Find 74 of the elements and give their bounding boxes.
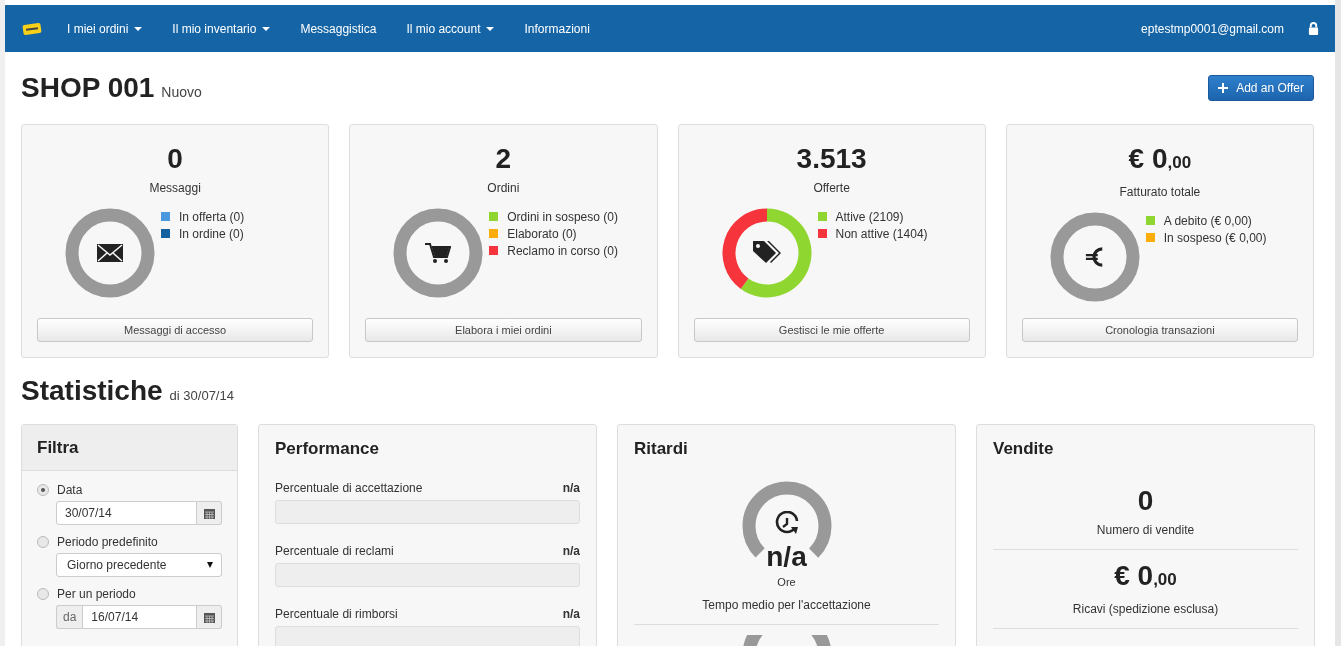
radio-button[interactable] <box>37 588 49 600</box>
nav-menu-item[interactable]: Il mio inventario <box>172 21 271 36</box>
sales-value: 0 <box>1137 485 1154 517</box>
nav-menu-item[interactable]: Il mio account <box>406 21 495 36</box>
nav-menu-item[interactable]: Informazioni <box>524 21 590 36</box>
account-email-link[interactable]: eptestmp0001@gmail.com <box>1141 21 1284 36</box>
caret-icon <box>134 26 143 31</box>
card-value: 0 <box>167 143 183 175</box>
gauge-unit: Ore <box>777 576 796 588</box>
nav-menu-item[interactable]: I miei ordini <box>67 21 143 36</box>
nav-menu-item[interactable]: Messaggistica <box>300 21 377 36</box>
add-offer-button[interactable]: Add an Offer <box>1208 75 1314 101</box>
sales-value: € 0,00 <box>1114 560 1177 593</box>
card-label: Fatturato totale <box>1119 185 1201 199</box>
card-action-button[interactable]: Gestisci le mie offerte <box>693 318 970 342</box>
panel-title: Ritardi <box>634 439 689 459</box>
legend-label: Non attive (1404) <box>835 226 928 241</box>
date-field[interactable]: 30/07/14 <box>56 501 197 525</box>
radio-button[interactable] <box>37 536 49 548</box>
dropdown-arrow-icon <box>207 562 213 568</box>
sales-label: Numero di vendite <box>1096 523 1195 537</box>
logo-icon[interactable] <box>22 22 42 35</box>
legend-label: In ordine (0) <box>179 226 244 241</box>
period-select[interactable]: Giorno precedente <box>56 553 222 577</box>
field-prefix: da <box>56 605 83 629</box>
legend-label: Attive (2109) <box>835 209 904 224</box>
legend-label: In sospeso (€ 0,00) <box>1163 230 1267 245</box>
metric-reading: n/a <box>562 607 580 621</box>
radio-button[interactable] <box>37 484 49 496</box>
shop-title: SHOP 001 <box>21 72 155 104</box>
caret-icon <box>262 26 271 31</box>
card-value: 2 <box>495 143 512 175</box>
legend-label: A debito (€ 0,00) <box>1163 213 1252 228</box>
card-value: 3.513 <box>796 143 867 175</box>
statistics-date: di 30/07/14 <box>169 387 234 403</box>
gauge-value: n/a <box>765 541 808 573</box>
cart-icon <box>425 242 452 264</box>
panel-title: Performance <box>275 439 380 459</box>
card-label: Offerte <box>813 181 850 195</box>
option-label: Data <box>57 483 83 497</box>
statistics-title: Statistiche <box>21 375 163 407</box>
calendar-button[interactable] <box>197 605 222 629</box>
legend-label: Elaborato (0) <box>507 226 577 241</box>
card-label: Ordini <box>487 181 520 195</box>
metric-reading: n/a <box>562 481 580 495</box>
caret-icon <box>486 26 495 31</box>
card-action-button[interactable]: Messaggi di accesso <box>37 318 314 342</box>
lock-icon[interactable] <box>1308 22 1319 35</box>
panel-title: Filtra <box>37 437 79 458</box>
card-action-button[interactable]: Cronologia transazioni <box>1021 318 1298 342</box>
option-label: Per un periodo <box>57 587 136 601</box>
tags-icon <box>751 240 782 266</box>
panel-title: Vendite <box>993 439 1055 459</box>
date-field[interactable]: 16/07/14 <box>82 605 197 629</box>
card-value: € 0,00 <box>1128 143 1192 176</box>
card-label: Messaggi <box>149 181 201 195</box>
legend-label: Reclamo in corso (0) <box>507 243 618 258</box>
plus-icon <box>1218 83 1229 93</box>
card-action-button[interactable]: Elabora i miei ordini <box>365 318 642 342</box>
shop-status: Nuovo <box>161 84 202 100</box>
legend-label: In offerta (0) <box>179 209 245 224</box>
metric-label: Percentuale di rimborsi <box>275 607 398 621</box>
sales-label: Ricavi (spedizione esclusa) <box>1072 602 1219 616</box>
calendar-button[interactable] <box>197 501 222 525</box>
metric-label: Percentuale di reclami <box>275 544 394 558</box>
legend-label: Ordini in sospeso (0) <box>507 209 618 224</box>
euro-icon <box>1084 245 1105 269</box>
envelope-icon <box>97 244 123 262</box>
calendar-icon <box>203 611 215 623</box>
metric-reading: n/a <box>562 544 580 558</box>
gauge-label: Tempo medio per l'accettazione <box>702 598 871 612</box>
option-label: Periodo predefinito <box>57 535 158 549</box>
metric-label: Percentuale di accettazione <box>275 481 423 495</box>
calendar-icon <box>203 507 215 519</box>
